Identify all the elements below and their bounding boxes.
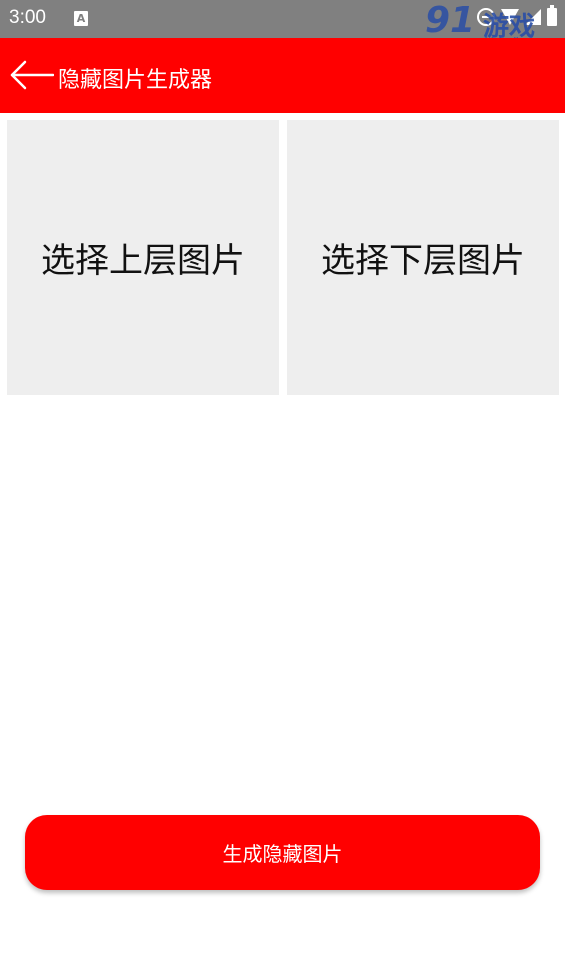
status-bar: 3:00 A (0, 0, 565, 38)
screen: 3:00 A 91 游戏 91danji.com 隐藏图片生成器 选择上层图片 … (0, 0, 565, 954)
signal-icon (525, 9, 541, 25)
generate-hidden-image-label: 生成隐藏图片 (222, 844, 343, 866)
battery-icon (547, 5, 557, 26)
do-not-disturb-icon (477, 8, 495, 26)
select-bottom-image-label: 选择下层图片 (321, 241, 525, 281)
status-time: 3:00 (9, 7, 46, 28)
app-bar: 隐藏图片生成器 (0, 38, 565, 113)
page-title: 隐藏图片生成器 (58, 68, 213, 93)
wifi-icon (501, 9, 519, 25)
notification-a-icon: A (74, 11, 88, 26)
generate-hidden-image-button[interactable]: 生成隐藏图片 (25, 815, 540, 890)
select-top-image-button[interactable]: 选择上层图片 (7, 120, 279, 395)
status-icons (477, 5, 557, 26)
select-bottom-image-button[interactable]: 选择下层图片 (287, 120, 559, 395)
arrow-left-icon-svg (10, 60, 55, 90)
select-top-image-label: 选择上层图片 (41, 241, 245, 281)
arrow-left-icon[interactable] (10, 60, 55, 90)
